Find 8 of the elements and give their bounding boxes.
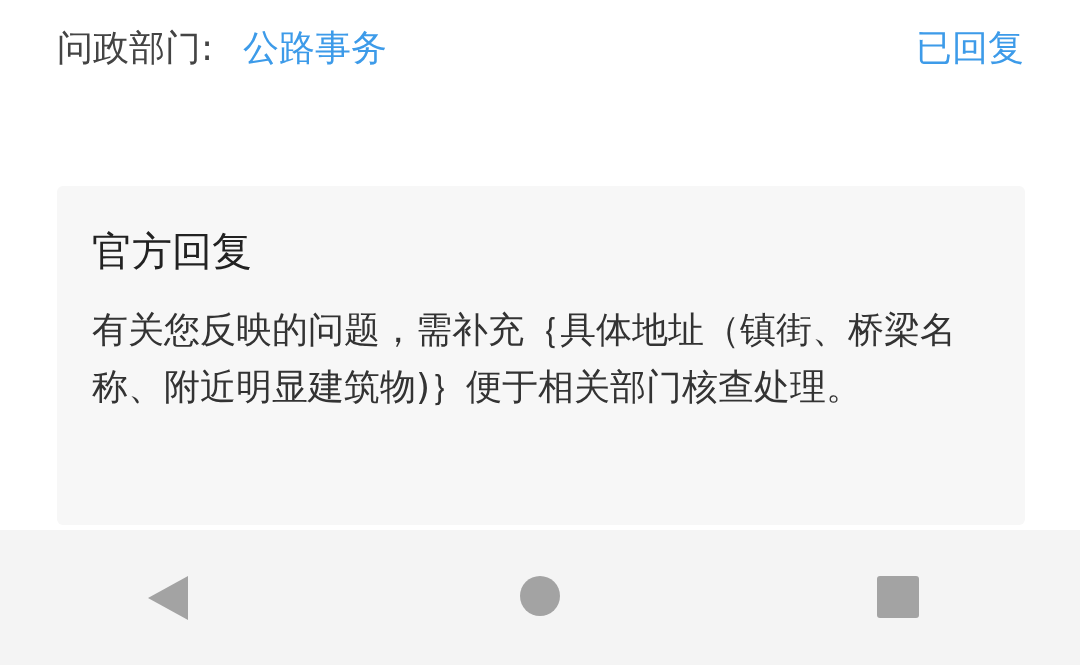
- reply-title: 官方回复: [92, 227, 253, 276]
- field-label: 问政部门:: [57, 25, 214, 70]
- home-icon[interactable]: [520, 575, 560, 616]
- department-name: 公路事务: [243, 25, 388, 70]
- status-label: 已回复: [916, 25, 1024, 70]
- reply-text: 有关您反映的问题，需补充｛具体地址（镇街、桥梁名称、附近明显建筑物)｝便于相关部门核查处理。: [92, 308, 957, 409]
- recent-apps-icon[interactable]: [877, 575, 919, 618]
- back-icon[interactable]: [148, 575, 188, 620]
